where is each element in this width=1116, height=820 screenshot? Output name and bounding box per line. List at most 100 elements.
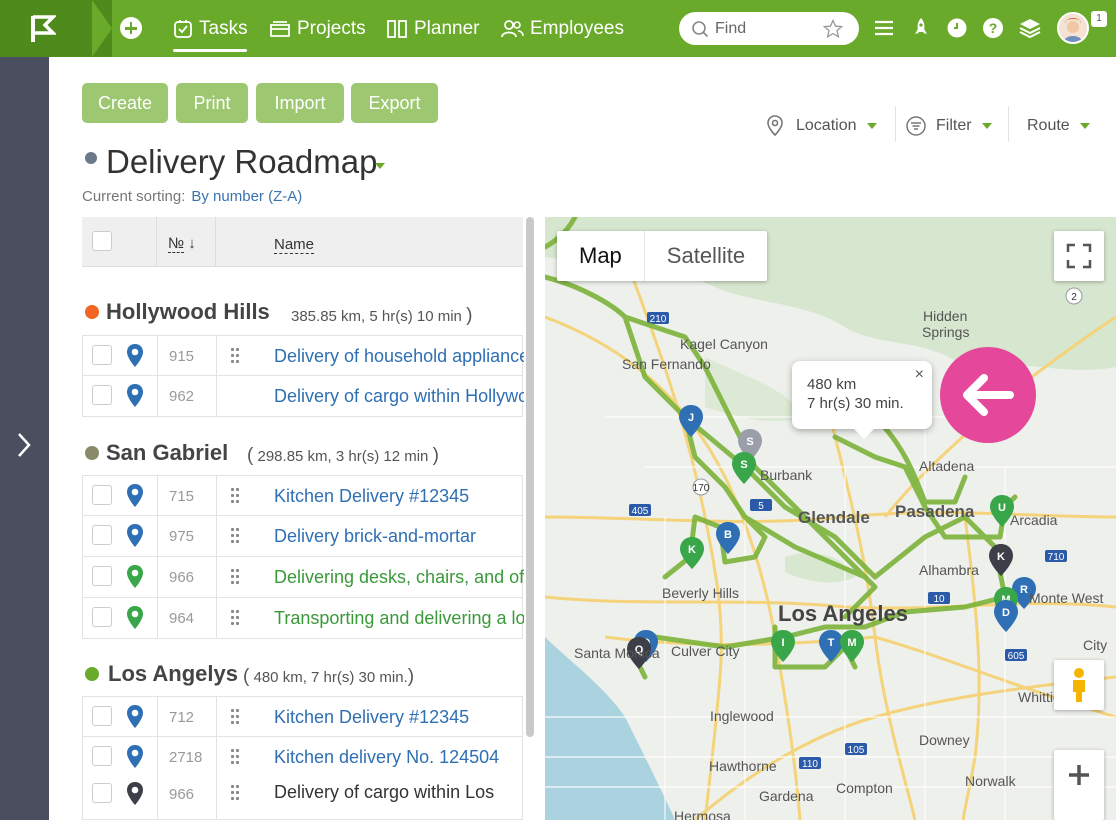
logo[interactable] <box>0 0 92 57</box>
row-checkbox[interactable] <box>92 345 112 365</box>
group-title[interactable]: San Gabriel <box>106 440 228 466</box>
drag-handle-icon[interactable] <box>231 785 239 801</box>
top-navigation-bar: Tasks Projects Planner Employees ? 1 <box>0 0 1116 57</box>
table-row[interactable]: 975 Delivery brick-and-mortar <box>82 516 523 557</box>
row-checkbox[interactable] <box>92 525 112 545</box>
row-checkbox[interactable] <box>92 607 112 627</box>
task-name-link[interactable]: Kitchen Delivery #12345 <box>274 486 524 507</box>
table-row[interactable]: 915 Delivery of household appliances <box>82 335 524 376</box>
row-checkbox[interactable] <box>92 746 112 766</box>
map-label-burbank: Burbank <box>760 467 813 483</box>
task-name-link[interactable]: Delivery of cargo within Los <box>274 782 524 803</box>
svg-text:210: 210 <box>650 314 667 325</box>
create-button[interactable]: Create <box>82 83 168 123</box>
group-route-summary: ( 298.85 km, 3 hr(s) 12 min ) <box>247 445 439 467</box>
add-new-button[interactable] <box>120 17 142 39</box>
export-button[interactable]: Export <box>351 83 438 123</box>
table-row[interactable]: 966 Delivering desks, chairs, and office <box>82 557 524 598</box>
location-pin-icon[interactable] <box>125 564 145 590</box>
star-icon[interactable] <box>823 19 843 39</box>
task-name-link[interactable]: Transporting and delivering a lot <box>274 608 524 629</box>
menu-icon[interactable] <box>873 19 895 37</box>
nav-tab-projects[interactable]: Projects <box>269 15 366 43</box>
table-row[interactable]: 964 Transporting and delivering a lot <box>82 598 524 639</box>
location-pin-icon[interactable] <box>125 383 145 409</box>
map-label-hawthorne: Hawthorne <box>709 758 777 774</box>
projects-icon <box>270 21 290 37</box>
svg-text:405: 405 <box>632 506 649 517</box>
avatar[interactable] <box>1057 12 1089 44</box>
import-button[interactable]: Import <box>256 83 344 123</box>
drag-handle-icon[interactable] <box>231 528 239 544</box>
nav-tab-tasks[interactable]: Tasks <box>173 15 248 43</box>
drag-handle-icon[interactable] <box>231 709 239 725</box>
title-chevron-down-icon[interactable] <box>375 163 385 169</box>
close-icon[interactable]: × <box>915 365 924 384</box>
table-row[interactable]: 962 Delivery of cargo within Hollywood <box>82 376 524 417</box>
location-pin-icon[interactable] <box>125 781 145 807</box>
nav-tab-planner[interactable]: Planner <box>386 15 480 43</box>
expand-sidebar-chevron-icon[interactable] <box>14 432 34 458</box>
location-pin-icon[interactable] <box>125 605 145 631</box>
map-type-satellite-button[interactable]: Satellite <box>645 231 767 281</box>
task-name-link[interactable]: Delivering desks, chairs, and office <box>274 567 524 588</box>
location-pin-icon[interactable] <box>125 744 145 770</box>
collapse-map-button[interactable] <box>940 347 1036 443</box>
group-title[interactable]: Hollywood Hills <box>106 299 270 325</box>
map-label-city: City <box>1083 637 1108 653</box>
zoom-in-icon[interactable] <box>1054 750 1104 800</box>
row-checkbox[interactable] <box>92 566 112 586</box>
task-name-link[interactable]: Kitchen Delivery #12345 <box>274 707 524 728</box>
table-row[interactable]: 712 Kitchen Delivery #12345 <box>82 696 523 737</box>
rocket-icon[interactable] <box>912 17 930 39</box>
sorting-value-link[interactable]: By number (Z-A) <box>191 188 302 205</box>
drag-handle-icon[interactable] <box>231 488 239 504</box>
task-name-link[interactable]: Kitchen delivery No. 124504 <box>274 747 524 768</box>
route-map[interactable]: 210 405 5 710 605 105 110 10 2 170 S S J… <box>545 217 1116 820</box>
group-color-dot <box>85 446 99 460</box>
location-pin-icon[interactable] <box>125 483 145 509</box>
drag-handle-icon[interactable] <box>231 749 239 765</box>
row-number: 975 <box>169 528 195 545</box>
filter-dropdown[interactable]: Filter <box>906 115 992 137</box>
clock-icon[interactable] <box>946 17 968 39</box>
map-type-map-button[interactable]: Map <box>557 231 645 281</box>
table-row[interactable]: 2718 Kitchen delivery No. 124504 <box>82 737 523 778</box>
table-row[interactable]: 715 Kitchen Delivery #12345 <box>82 475 523 516</box>
select-all-checkbox[interactable] <box>92 231 112 251</box>
row-checkbox[interactable] <box>92 385 112 405</box>
row-checkbox[interactable] <box>92 485 112 505</box>
popup-distance: 480 km <box>807 376 857 393</box>
task-name-link[interactable]: Delivery of household appliances <box>274 346 524 367</box>
nav-tab-employees[interactable]: Employees <box>500 15 624 43</box>
group-title[interactable]: Los Angelys <box>108 661 238 687</box>
drag-handle-icon[interactable] <box>231 569 239 585</box>
group-meta-value: 480 km, 7 hr(s) 30 min. <box>253 669 408 686</box>
group-meta-close: ) <box>466 305 473 326</box>
layers-icon[interactable] <box>1019 17 1041 39</box>
row-checkbox[interactable] <box>92 706 112 726</box>
fullscreen-button[interactable] <box>1054 231 1104 281</box>
help-icon[interactable]: ? <box>982 17 1004 39</box>
location-pin-icon[interactable] <box>125 343 145 369</box>
location-pin-icon[interactable] <box>125 523 145 549</box>
location-dropdown[interactable]: Location <box>766 115 877 137</box>
arrow-left-icon <box>963 374 1014 416</box>
route-dropdown[interactable]: Route <box>1027 115 1090 137</box>
map-label-culver-city: Culver City <box>671 643 740 659</box>
table-row[interactable]: 966 Delivery of cargo within Los <box>82 776 523 820</box>
number-column-header[interactable]: № ↓ <box>168 235 196 253</box>
print-button[interactable]: Print <box>176 83 248 123</box>
task-name-link[interactable]: Delivery brick-and-mortar <box>274 526 524 547</box>
name-column-header[interactable]: Name <box>274 236 315 254</box>
row-checkbox[interactable] <box>92 783 112 803</box>
task-name-link[interactable]: Delivery of cargo within Hollywood <box>274 386 524 407</box>
column-divider <box>157 776 158 819</box>
street-view-pegman-button[interactable] <box>1054 660 1104 710</box>
location-pin-icon[interactable] <box>125 704 145 730</box>
table-scrollbar[interactable] <box>526 217 534 737</box>
drag-handle-icon[interactable] <box>231 610 239 626</box>
drag-handle-icon[interactable] <box>231 348 239 364</box>
svg-text:?: ? <box>989 20 998 36</box>
search-input[interactable] <box>715 18 825 40</box>
